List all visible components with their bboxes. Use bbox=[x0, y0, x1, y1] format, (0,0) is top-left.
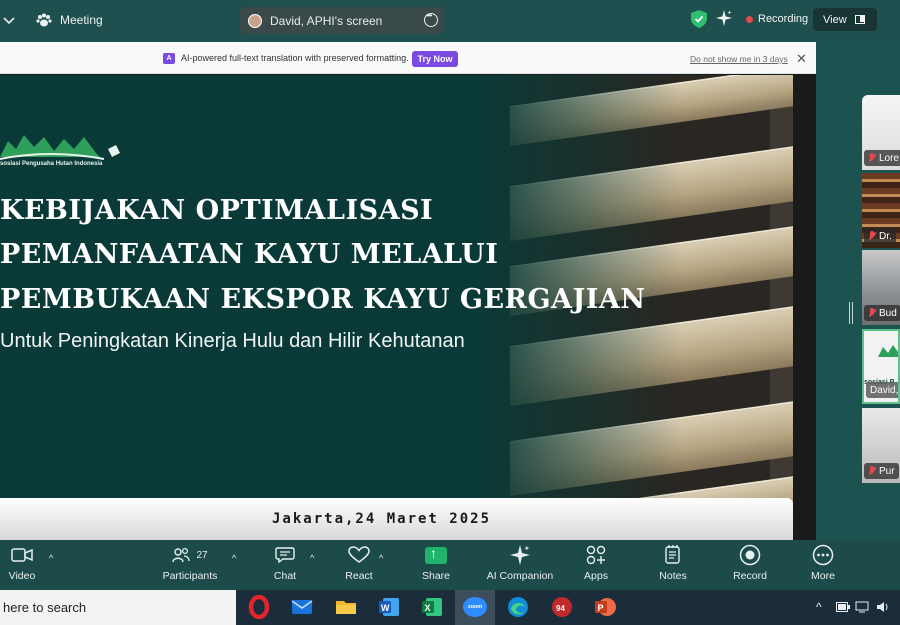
screen-share-pill[interactable]: David, APHI's screen bbox=[240, 7, 444, 34]
participant-name: Bud bbox=[864, 305, 900, 321]
aphi-logo-icon bbox=[878, 345, 898, 357]
network-icon[interactable] bbox=[855, 601, 871, 613]
participant-name: David, bbox=[866, 382, 898, 398]
notes-button[interactable]: Notes bbox=[656, 540, 690, 590]
screen-share-label: David, APHI's screen bbox=[270, 13, 383, 28]
participant-name: Lore bbox=[864, 150, 900, 166]
more-options-icon bbox=[812, 544, 834, 566]
meeting-menu[interactable]: Meeting bbox=[36, 10, 103, 30]
participant-tile[interactable]: Dr. bbox=[862, 173, 900, 248]
badge-app-icon[interactable]: 94 bbox=[550, 595, 574, 619]
participant-name: Dr. bbox=[864, 228, 896, 244]
apps-icon bbox=[586, 545, 606, 565]
slide-title-line-3: PEMBUKAAN EKSPOR KAYU GERGAJIAN bbox=[0, 284, 646, 315]
record-button[interactable]: Record bbox=[731, 540, 769, 590]
video-camera-icon bbox=[11, 548, 33, 562]
mic-muted-icon bbox=[868, 466, 876, 476]
share-button[interactable]: Share bbox=[420, 540, 452, 590]
chat-button[interactable]: Chat bbox=[270, 540, 300, 590]
mic-muted-icon bbox=[868, 153, 876, 163]
share-screen-icon bbox=[425, 545, 447, 564]
mic-muted-icon bbox=[868, 231, 876, 241]
meeting-controls: Video ^ 27 Participants ^ Chat ^ React ^… bbox=[0, 540, 900, 590]
chevron-down-icon[interactable] bbox=[2, 13, 16, 27]
meeting-label: Meeting bbox=[60, 13, 103, 27]
logo-text: sosiasi Pengusaha Hutan Indonesia bbox=[0, 161, 103, 167]
resize-handle[interactable] bbox=[849, 302, 853, 324]
more-options-icon[interactable] bbox=[424, 11, 438, 27]
windows-taskbar: here to search W X zoom 94 P ^ bbox=[0, 590, 900, 625]
chat-options-chevron-icon[interactable]: ^ bbox=[310, 553, 314, 563]
react-options-chevron-icon[interactable]: ^ bbox=[379, 553, 383, 563]
close-icon[interactable]: ✕ bbox=[796, 51, 807, 67]
word-icon[interactable]: W bbox=[377, 595, 401, 619]
view-label: View bbox=[823, 13, 847, 26]
heart-icon bbox=[348, 546, 370, 563]
zoom-window: Meeting David, APHI's screen Recording V… bbox=[0, 0, 900, 625]
dismiss-link[interactable]: Do not show me in 3 days bbox=[690, 54, 788, 64]
opera-icon[interactable] bbox=[247, 595, 271, 619]
recording-indicator[interactable]: Recording bbox=[746, 13, 808, 25]
svg-text:X: X bbox=[425, 603, 431, 613]
participant-tile[interactable]: Pur bbox=[862, 408, 900, 483]
translate-icon: A bbox=[163, 53, 175, 64]
svg-text:94: 94 bbox=[556, 604, 565, 613]
powerpoint-icon[interactable]: P bbox=[593, 595, 617, 619]
svg-text:W: W bbox=[381, 603, 390, 613]
video-options-chevron-icon[interactable]: ^ bbox=[49, 553, 53, 563]
apps-button[interactable]: Apps bbox=[580, 540, 612, 590]
presentation-slide: sosiasi Pengusaha Hutan Indonesia KEBIJA… bbox=[0, 75, 793, 540]
banner-text: AI-powered full-text translation with pr… bbox=[181, 53, 409, 63]
participants-button[interactable]: 27 Participants bbox=[160, 540, 220, 590]
more-button[interactable]: More bbox=[806, 540, 840, 590]
svg-text:P: P bbox=[598, 603, 604, 613]
participants-options-chevron-icon[interactable]: ^ bbox=[232, 553, 236, 563]
zoom-app-icon[interactable]: zoom bbox=[463, 597, 487, 617]
view-button[interactable]: View bbox=[813, 8, 877, 31]
react-button[interactable]: React bbox=[343, 540, 375, 590]
try-now-button[interactable]: Try Now bbox=[412, 51, 458, 67]
slide-subtitle: Untuk Peningkatan Kinerja Hulu dan Hilir… bbox=[0, 330, 465, 352]
participant-tile[interactable]: Bud bbox=[862, 250, 900, 325]
participant-name: Pur bbox=[864, 463, 899, 479]
mic-muted-icon bbox=[868, 308, 876, 318]
ai-companion-button[interactable]: AI Companion bbox=[484, 540, 556, 590]
recording-dot-icon bbox=[746, 15, 753, 23]
shield-check-icon[interactable] bbox=[691, 10, 707, 28]
notes-icon bbox=[665, 545, 680, 564]
participant-tile-active[interactable]: sosiasi P David, bbox=[862, 329, 900, 404]
shared-screen: A AI-powered full-text translation with … bbox=[0, 42, 816, 540]
record-icon bbox=[739, 544, 761, 566]
ai-sparkle-icon[interactable] bbox=[716, 10, 732, 26]
taskbar-search-input[interactable]: here to search bbox=[0, 590, 236, 625]
file-explorer-icon[interactable] bbox=[334, 595, 358, 619]
participant-count: 27 bbox=[196, 549, 208, 561]
layout-icon bbox=[854, 15, 865, 24]
video-button[interactable]: Video bbox=[4, 540, 40, 590]
excel-icon[interactable]: X bbox=[420, 595, 444, 619]
tray-chevron-up-icon[interactable]: ^ bbox=[816, 600, 822, 614]
speaker-icon[interactable] bbox=[876, 601, 890, 613]
mail-icon[interactable] bbox=[290, 595, 314, 619]
slide-title-line-1: KEBIJAKAN OPTIMALISASI bbox=[0, 195, 434, 226]
paw-icon bbox=[36, 13, 52, 27]
participant-tile[interactable]: Lore bbox=[862, 95, 900, 170]
edge-icon[interactable] bbox=[506, 595, 530, 619]
top-bar: Meeting David, APHI's screen Recording V… bbox=[0, 0, 900, 40]
recording-label: Recording bbox=[758, 13, 809, 25]
slide-title-line-2: PEMANFAATAN KAYU MELALUI bbox=[0, 239, 499, 270]
slide-date: Jakarta,24 Maret 2025 bbox=[272, 511, 492, 527]
avatar bbox=[248, 13, 262, 28]
ai-sparkle-icon bbox=[510, 545, 530, 565]
participants-icon bbox=[172, 547, 191, 563]
translation-banner: A AI-powered full-text translation with … bbox=[0, 42, 816, 74]
chat-bubble-icon bbox=[275, 547, 295, 564]
battery-icon[interactable] bbox=[836, 602, 850, 612]
